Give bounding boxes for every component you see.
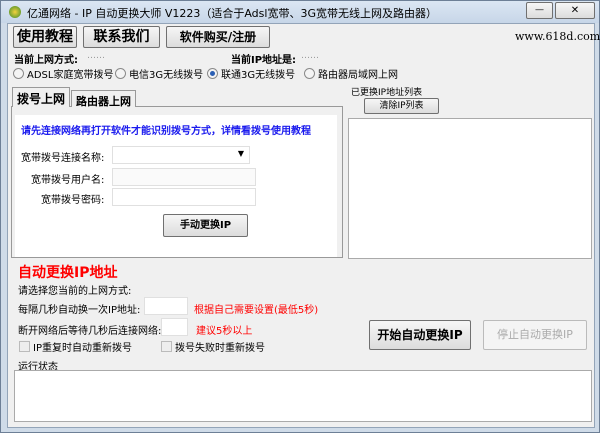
interval-hint: 根据自己需要设置(最低5秒) — [194, 305, 319, 316]
radio-label: ADSL家庭宽带拨号 — [27, 70, 114, 81]
checkbox-box — [161, 341, 172, 352]
conn-name-label: 宽带拨号连接名称: — [21, 153, 105, 164]
close-button[interactable]: ✕ — [555, 2, 595, 19]
app-icon — [9, 6, 21, 18]
radio-circle — [115, 68, 126, 79]
chevron-down-icon: ▼ — [237, 149, 244, 158]
buy-register-button[interactable]: 软件购买/注册 — [166, 26, 270, 48]
conn-name-select[interactable]: ▼ — [112, 146, 250, 164]
radio-label: 路由器局域网上网 — [318, 70, 398, 81]
auto-prompt: 请选择您当前的上网方式: — [18, 286, 132, 297]
mode-label: 当前上网方式: — [14, 55, 78, 66]
window-title: 亿通网络 - IP 自动更换大师 V1223（适合于Adsl宽带、3G宽带无线上… — [27, 7, 437, 20]
contact-button[interactable]: 联系我们 — [83, 26, 160, 48]
tab-router[interactable]: 路由器上网 — [71, 90, 136, 108]
wait-input[interactable] — [161, 318, 188, 336]
minimize-button[interactable]: — — [526, 2, 553, 19]
password-input[interactable] — [112, 188, 256, 206]
checkbox-box — [19, 341, 30, 352]
ip-value: …… — [301, 51, 319, 61]
radio-circle — [304, 68, 315, 79]
user-input[interactable] — [112, 168, 256, 186]
log-textarea[interactable] — [14, 370, 592, 422]
auto-header: 自动更换IP地址 — [18, 265, 118, 281]
radio-adsl[interactable]: ADSL家庭宽带拨号 — [13, 66, 113, 81]
radio-unicom-3g[interactable]: 联通3G无线拨号 — [207, 66, 295, 81]
mode-value: …… — [87, 51, 105, 61]
tutorial-button[interactable]: 使用教程 — [13, 26, 77, 48]
tab-dial[interactable]: 拨号上网 — [12, 87, 71, 107]
wait-hint: 建议5秒以上 — [196, 326, 253, 337]
checkbox-label: IP重复时自动重新拨号 — [33, 343, 132, 354]
user-label: 宽带拨号用户名: — [31, 175, 105, 186]
dial-notice: 请先连接网络再打开软件才能识别拨号方式，详情看拨号使用教程 — [21, 126, 311, 137]
radio-label: 联通3G无线拨号 — [221, 70, 296, 81]
password-label: 宽带拨号密码: — [41, 195, 105, 206]
interval-label: 每隔几秒自动换一次IP地址: — [18, 305, 141, 316]
interval-input[interactable] — [144, 297, 188, 315]
checkbox-label: 拨号失败时重新拨号 — [175, 343, 265, 354]
ip-label: 当前IP地址是: — [231, 55, 297, 66]
checkbox-redial-on-fail[interactable]: 拨号失败时重新拨号 — [161, 339, 265, 354]
stop-auto-change-button[interactable]: 停止自动更换IP — [483, 320, 587, 350]
manual-change-ip-button[interactable]: 手动更换IP — [163, 214, 248, 237]
radio-label: 电信3G无线拨号 — [129, 70, 204, 81]
app-window: 亿通网络 - IP 自动更换大师 V1223（适合于Adsl宽带、3G宽带无线上… — [0, 0, 600, 433]
radio-circle — [13, 68, 24, 79]
wait-label: 断开网络后等待几秒后连接网络: — [18, 326, 162, 337]
ip-listbox[interactable] — [348, 118, 592, 259]
radio-telecom-3g[interactable]: 电信3G无线拨号 — [115, 66, 203, 81]
radio-circle — [207, 68, 218, 79]
ip-list-title: 已更换IP地址列表 — [351, 88, 423, 98]
website-link[interactable]: www.618d.com — [515, 30, 600, 43]
radio-router-lan[interactable]: 路由器局域网上网 — [304, 66, 398, 81]
start-auto-change-button[interactable]: 开始自动更换IP — [369, 320, 471, 350]
clear-ip-list-button[interactable]: 清除IP列表 — [364, 98, 439, 114]
checkbox-redial-on-repeat[interactable]: IP重复时自动重新拨号 — [19, 339, 132, 354]
